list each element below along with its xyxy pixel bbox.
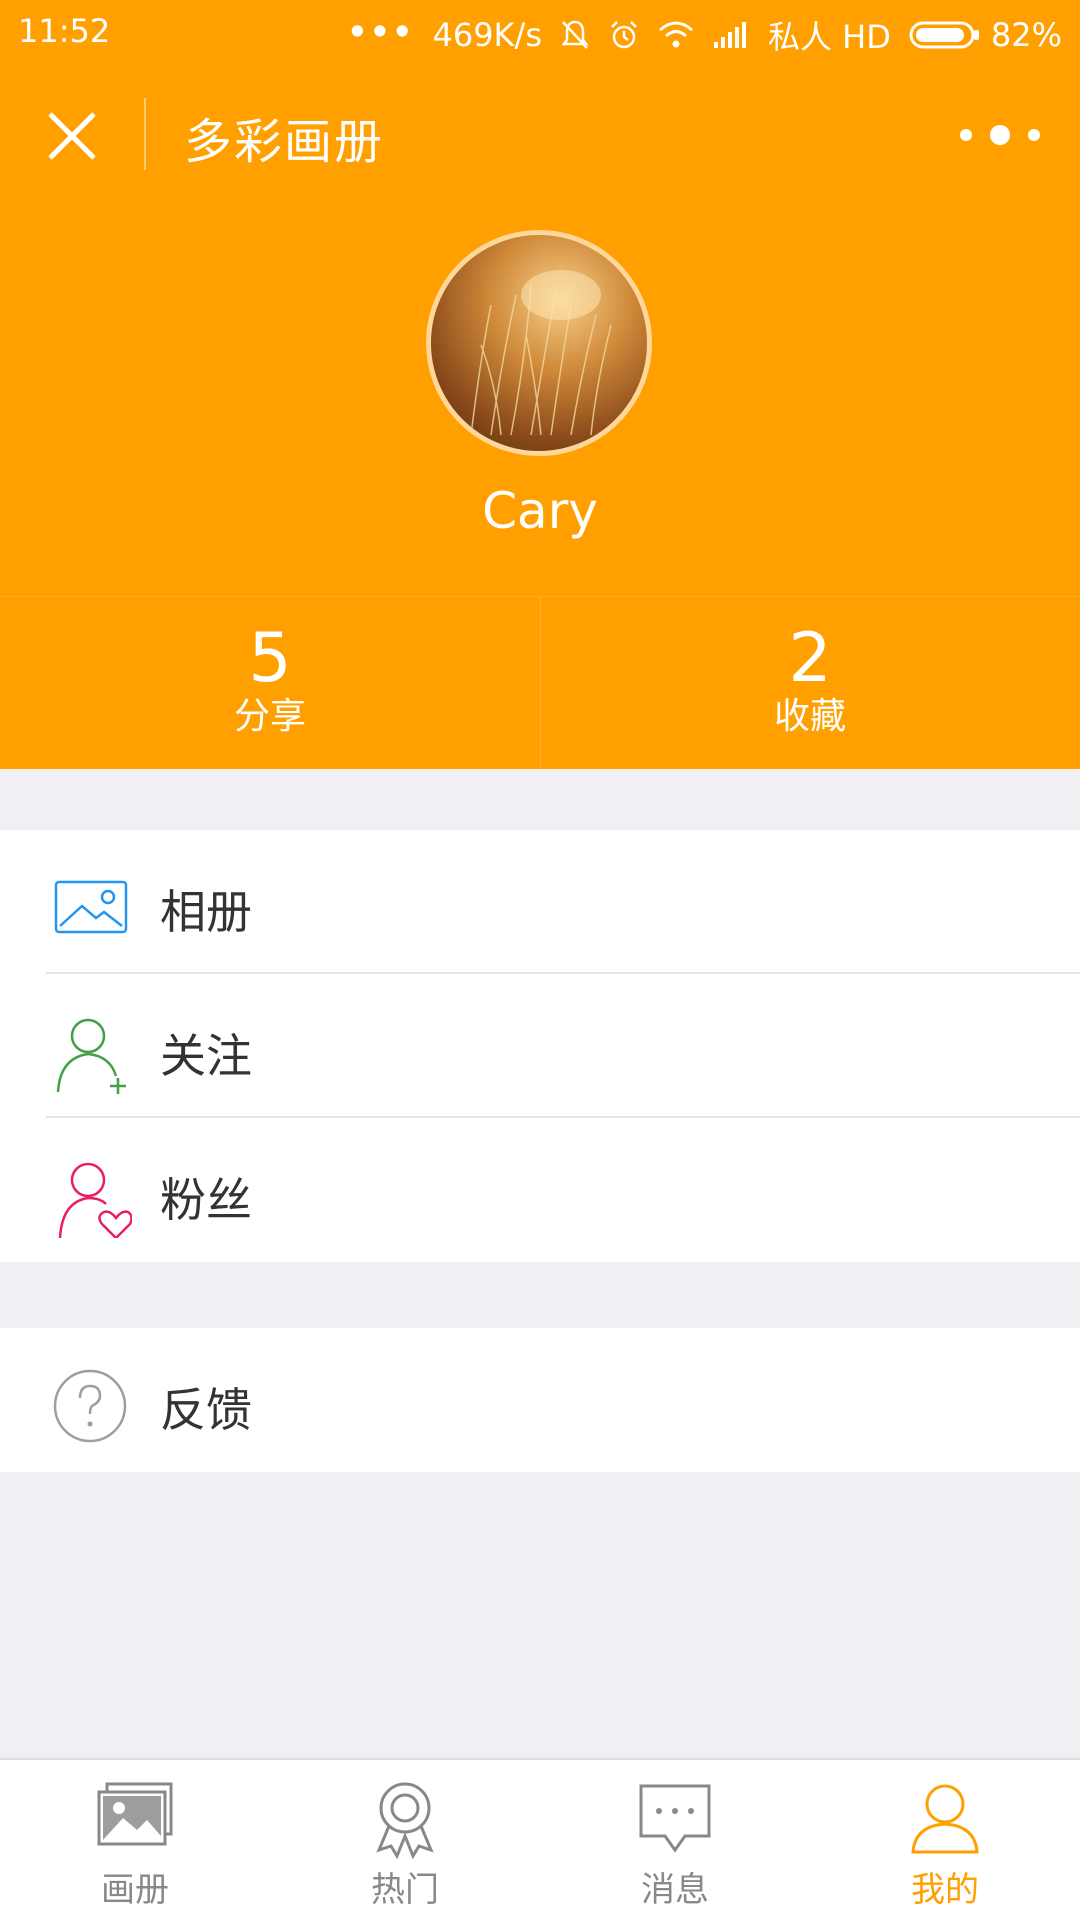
follow-user-icon [56,1018,126,1094]
menu-item-fans[interactable]: 粉丝 [0,1118,1080,1262]
menu-item-album[interactable]: 相册 [0,830,1080,974]
fans-heart-icon [58,1162,132,1238]
battery-icon [909,21,979,49]
tab-hot[interactable]: 热门 [270,1760,540,1922]
profile-header: Cary [0,202,1080,596]
menu-label: 关注 [160,1029,252,1083]
album-icon [54,880,128,934]
more-dot-icon [990,125,1010,145]
menu-label: 粉丝 [160,1173,252,1227]
tab-bar: 画册 热门 消息 我的 [0,1758,1080,1922]
network-speed: 469K/s [432,16,542,54]
stat-label: 收藏 [773,696,846,737]
more-dot-icon [960,129,972,141]
message-bubble-icon [639,1784,711,1853]
tab-label: 我的 [911,1870,979,1910]
battery: 82% [909,16,1062,54]
stat-shares[interactable]: 5 分享 [0,597,540,769]
tab-label: 画册 [101,1870,169,1910]
status-dots: ••• [347,13,415,51]
menu-group: 相册 关注 粉丝 [0,830,1080,1262]
menu-label: 反馈 [160,1383,252,1437]
tab-album[interactable]: 画册 [0,1760,270,1922]
photo-album-icon [97,1782,173,1846]
avatar-photo [470,270,612,436]
menu-item-follow[interactable]: 关注 [0,974,1080,1118]
wifi-icon [658,21,693,48]
signal-icon [713,22,746,48]
avatar[interactable] [426,230,652,456]
stat-favorites[interactable]: 2 收藏 [540,597,1080,769]
tab-label: 消息 [641,1870,709,1910]
close-icon[interactable] [40,104,104,168]
tab-messages[interactable]: 消息 [540,1760,810,1922]
stat-value: 5 [248,619,292,698]
stat-label: 分享 [233,696,306,737]
username: Cary [482,482,598,540]
menu-group: 反馈 [0,1328,1080,1472]
menu-item-feedback[interactable]: 反馈 [0,1328,1080,1472]
mute-bell-icon [561,20,589,49]
more-menu-button[interactable] [960,120,1040,150]
menu-label: 相册 [160,885,252,939]
status-right: ••• 469K/s 私人 HD 82% [347,12,1062,58]
more-dot-icon [1028,129,1040,141]
stats-bar: 5 分享 2 收藏 [0,596,1080,769]
person-icon [911,1784,979,1854]
help-question-icon [53,1369,127,1443]
tab-label: 热门 [371,1870,439,1910]
battery-percent: 82% [990,16,1062,54]
status-time: 11:52 [18,12,111,50]
tab-mine[interactable]: 我的 [810,1760,1080,1922]
page-title: 多彩画册 [184,114,385,170]
carrier-label: 私人 HD [767,18,891,56]
stat-value: 2 [788,619,832,698]
alarm-icon [611,21,637,49]
nav-bar: 多彩画册 [0,62,1080,202]
award-badge-icon [376,1782,434,1860]
nav-divider [144,98,146,170]
status-bar: 11:52 ••• 469K/s 私人 HD 82% [0,0,1080,62]
